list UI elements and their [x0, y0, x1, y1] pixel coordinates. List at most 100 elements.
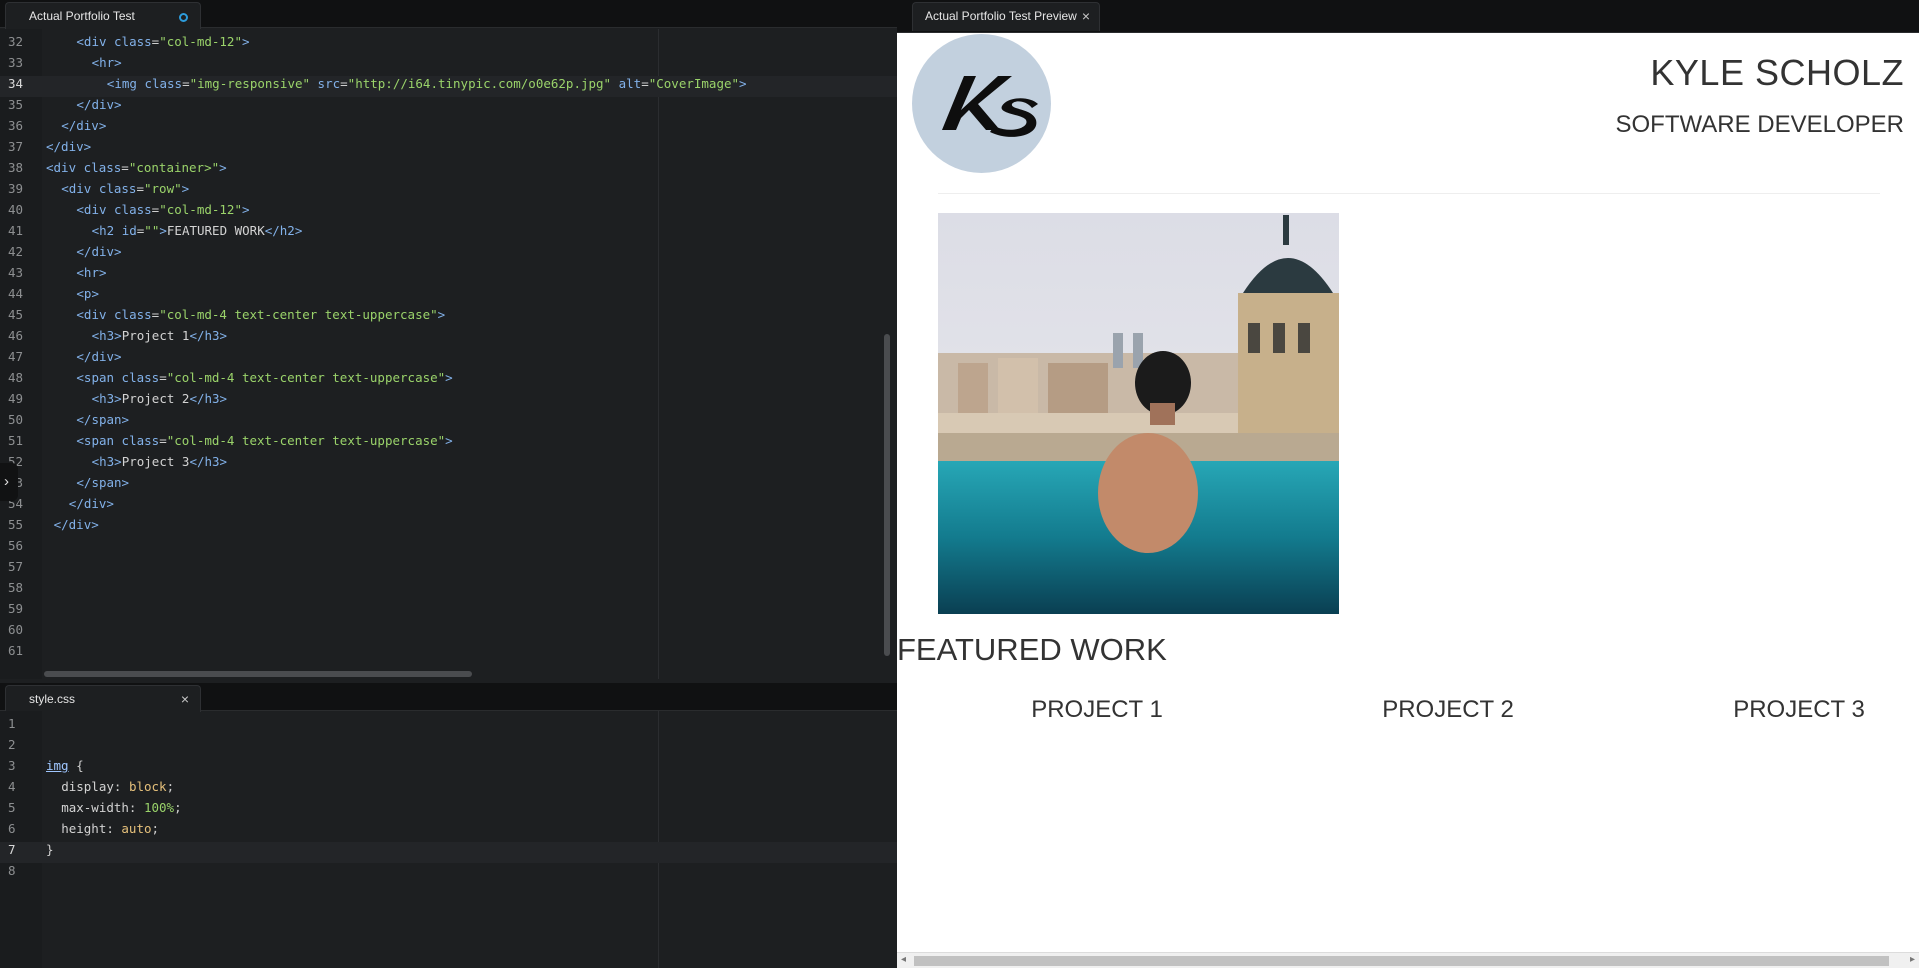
- code-token: "col-md-12": [159, 202, 242, 217]
- line-number: 34: [8, 76, 24, 91]
- code-line[interactable]: <div class="container>">: [46, 160, 227, 181]
- code-token: "": [144, 223, 160, 238]
- code-line[interactable]: <div class="col-md-12">: [76, 202, 249, 223]
- line-number: 43: [8, 265, 24, 280]
- code-token: >: [445, 433, 453, 448]
- code-line[interactable]: </div>: [61, 118, 106, 139]
- code-line[interactable]: max-width: 100%;: [61, 800, 181, 821]
- line-number: 45: [8, 307, 24, 322]
- ks-logo: [912, 34, 1051, 173]
- code-line[interactable]: <h3>Project 2</h3>: [92, 391, 227, 412]
- preview-horizontal-scrollbar[interactable]: ◂ ▸: [897, 952, 1919, 968]
- tab-title: Actual Portfolio Test Preview: [925, 9, 1077, 23]
- code-token: Project 1: [121, 328, 190, 343]
- code-line[interactable]: <div class="col-md-12">: [76, 34, 249, 55]
- code-token: "col-md-4 text-center text-uppercase": [166, 370, 446, 385]
- css-code-pane[interactable]: 1 2 3 img {4 display: block; 5 max-width: 100%…: [0, 711, 897, 968]
- code-line[interactable]: <h3>Project 3</h3>: [92, 454, 227, 475]
- code-token: <p>: [76, 286, 99, 301]
- line-number: 48: [8, 370, 24, 385]
- code-token: </span>: [76, 412, 130, 427]
- code-token: alt: [611, 76, 642, 91]
- code-token: =: [121, 160, 129, 175]
- expand-panel-icon[interactable]: ›: [0, 463, 18, 501]
- scrollbar-thumb[interactable]: [914, 956, 1889, 966]
- line-number: 41: [8, 223, 24, 238]
- code-line[interactable]: </div>: [69, 496, 114, 517]
- code-line[interactable]: <p>: [76, 286, 99, 307]
- code-line[interactable]: <img class="img-responsive" src="http://…: [107, 76, 747, 97]
- code-token: <span: [76, 433, 122, 448]
- code-token: </div>: [46, 139, 92, 154]
- wrap-guide: [658, 29, 659, 679]
- ks-logo-mark: [942, 76, 1038, 137]
- code-token: </h2>: [264, 223, 303, 238]
- line-number: 60: [8, 622, 24, 637]
- unsaved-dot-icon[interactable]: [179, 13, 188, 22]
- code-line[interactable]: </span>: [76, 475, 129, 496]
- line-number: 8: [8, 863, 16, 878]
- tab-title: Actual Portfolio Test: [29, 9, 135, 23]
- tab-actual-portfolio-test[interactable]: Actual Portfolio Test: [5, 2, 201, 29]
- code-line[interactable]: <div class="row">: [61, 181, 189, 202]
- code-line[interactable]: <hr>: [92, 55, 122, 76]
- code-line[interactable]: </div>: [76, 349, 121, 370]
- code-token: </h3>: [189, 328, 228, 343]
- code-token: height: [61, 821, 107, 836]
- vertical-scrollbar[interactable]: [884, 334, 890, 656]
- code-token: </div>: [53, 517, 99, 532]
- code-line[interactable]: </span>: [76, 412, 129, 433]
- line-number: 49: [8, 391, 24, 406]
- code-line[interactable]: </div>: [76, 244, 121, 265]
- code-token: </span>: [76, 475, 130, 490]
- code-token: display: [61, 779, 114, 794]
- code-token: <img: [106, 76, 145, 91]
- wrap-guide: [658, 711, 659, 968]
- code-token: :: [106, 821, 122, 836]
- code-line[interactable]: <hr>: [76, 265, 106, 286]
- line-number: 39: [8, 181, 24, 196]
- code-token: src: [310, 76, 341, 91]
- scroll-left-icon[interactable]: ◂: [901, 954, 906, 965]
- code-line[interactable]: display: block;: [61, 779, 174, 800]
- code-token: <h3>: [91, 454, 122, 469]
- line-number: 33: [8, 55, 24, 70]
- code-line[interactable]: img {: [46, 758, 84, 779]
- css-editor-tabbar: style.css ×: [0, 683, 897, 712]
- code-line[interactable]: </div>: [54, 517, 99, 538]
- code-line[interactable]: <h3>Project 1</h3>: [92, 328, 227, 349]
- project-3-title: Project 3: [1733, 696, 1865, 723]
- scroll-right-icon[interactable]: ▸: [1910, 954, 1915, 965]
- code-line[interactable]: </div>: [46, 139, 91, 160]
- code-line[interactable]: <h2 id="">FEATURED WORK</h2>: [92, 223, 303, 244]
- line-number: 37: [8, 139, 24, 154]
- code-line[interactable]: }: [46, 842, 54, 863]
- line-number: 50: [8, 412, 24, 427]
- code-line[interactable]: </div>: [76, 97, 121, 118]
- tab-style-css[interactable]: style.css ×: [5, 685, 201, 712]
- line-number: 46: [8, 328, 24, 343]
- code-line[interactable]: height: auto;: [61, 821, 159, 842]
- line-number: 32: [8, 34, 24, 49]
- html-code-pane[interactable]: 32 <div class="col-md-12"> 33 <hr> 34 <img cl…: [0, 29, 897, 679]
- close-tab-icon[interactable]: ×: [181, 686, 189, 712]
- tab-preview[interactable]: Actual Portfolio Test Preview ×: [912, 2, 1100, 31]
- close-tab-icon[interactable]: ×: [1082, 3, 1090, 30]
- line-number: 3: [8, 758, 16, 773]
- header-role: SOFTWARE DEVELOPER: [1615, 111, 1905, 138]
- code-token: <span: [76, 370, 122, 385]
- code-token: </h3>: [189, 454, 228, 469]
- line-number: 47: [8, 349, 24, 364]
- code-line[interactable]: <span class="col-md-4 text-center text-u…: [76, 370, 452, 391]
- code-line[interactable]: <div class="col-md-4 text-center text-up…: [76, 307, 445, 328]
- code-token: <div: [76, 307, 115, 322]
- code-token: </div>: [76, 244, 122, 259]
- code-token: <div: [46, 160, 84, 175]
- code-token: =: [182, 76, 190, 91]
- code-line[interactable]: <span class="col-md-4 text-center text-u…: [76, 433, 452, 454]
- line-number: 2: [8, 737, 16, 752]
- code-token: 100%: [143, 800, 175, 815]
- line-number: 40: [8, 202, 24, 217]
- horizontal-scrollbar[interactable]: [44, 671, 472, 677]
- line-number: 51: [8, 433, 24, 448]
